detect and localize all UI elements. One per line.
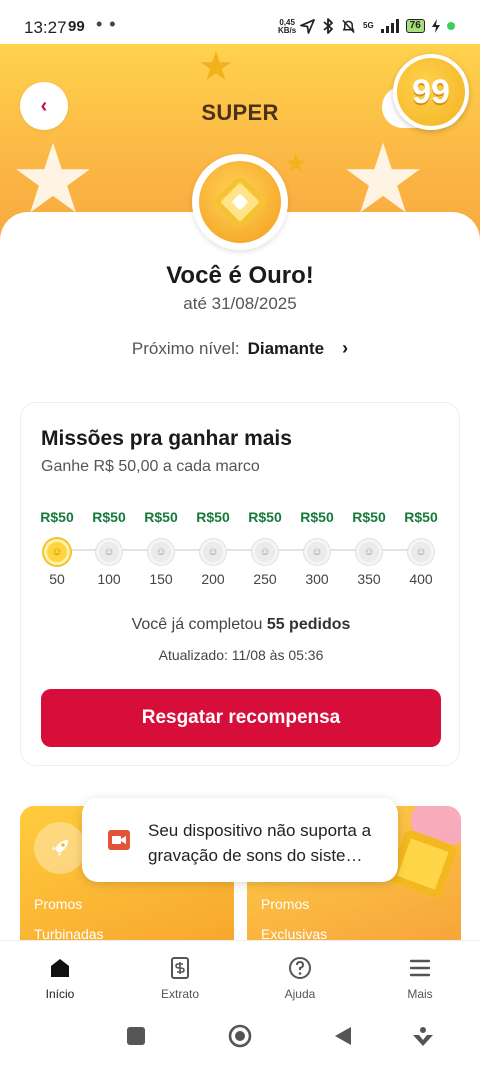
nav-item-extrato[interactable]: Extrato [120,941,240,1010]
coin-active-icon: ☺ [44,539,70,565]
signal-type: 5G [363,21,374,30]
status-more-dots: • • [96,14,117,34]
milestone-count: 300 [305,571,329,587]
nav-item-ajuda[interactable]: Ajuda [240,941,360,1010]
coin-locked-icon: ☺ [356,539,382,565]
decorative-gold-star-icon: ★ [198,45,234,89]
accessibility-icon[interactable] [412,1026,434,1048]
milestone-count: 400 [409,571,433,587]
home-circle-icon[interactable] [228,1024,252,1048]
rocket-icon [34,822,86,874]
coin-locked-icon: ☺ [96,539,122,565]
app-logo-99[interactable]: 99 [393,54,469,130]
coin-locked-icon: ☺ [252,539,278,565]
status-bar: 13:27 99 • • 0,45 KB/s 5G 76 [0,0,480,44]
screen: 13:27 99 • • 0,45 KB/s 5G 76 ★ ★ ★ ★ ‹ S… [0,0,480,1066]
coin-locked-icon: ☺ [148,539,174,565]
nav-label: Mais [407,987,433,1001]
nav-label: Extrato [160,987,199,1001]
decorative-gold-star-icon: ★ [284,148,308,178]
level-title: Você é Ouro! [166,262,314,289]
milestone-count: 100 [97,571,121,587]
help-icon [288,955,312,981]
orders-completed: Você já completou 55 pedidos [21,616,461,634]
system-navigation-bar [0,1010,480,1066]
network-speed-unit: KB/s [278,26,297,35]
milestone-reward: R$50 [144,509,178,525]
next-level-value: Diamante [247,338,325,358]
milestone-reward: R$50 [92,509,126,525]
coin-locked-icon: ☺ [304,539,330,565]
milestone-reward: R$50 [300,509,334,525]
status-time: 13:27 [24,18,67,37]
milestone-reward: R$50 [196,509,230,525]
nav-item-mais[interactable]: Mais [360,941,480,1010]
milestone-step: R$50 ☺ 250 [239,509,291,587]
nav-label: Início [45,987,75,1001]
video-camera-icon [108,830,130,850]
milestone-reward: R$50 [248,509,282,525]
milestone-reward: R$50 [404,509,438,525]
nav-item-inicio[interactable]: Início [0,941,120,1010]
signal-icon [380,19,399,33]
orders-completed-prefix: Você já completou [131,616,263,633]
milestone-step: R$50 ☺ 100 [83,509,135,587]
milestone-count: 150 [149,571,173,587]
milestone-track: R$50 ☺ 50 R$50 ☺ 100 R$50 ☺ 150 R$50 ☺ 2… [21,509,461,599]
coin-locked-icon: ☺ [408,539,434,565]
bluetooth-icon [323,18,333,34]
milestone-step: R$50 ☺ 350 [343,509,395,587]
location-icon [300,18,315,34]
milestone-step: R$50 ☺ 50 [31,509,83,587]
last-updated: Atualizado: 11/08 às 05:36 [158,647,324,663]
milestone-step: R$50 ☺ 400 [395,509,447,587]
milestone-step: R$50 ☺ 300 [291,509,343,587]
network-speed: 0,45 KB/s [278,19,296,35]
orders-completed-value: 55 pedidos [266,616,351,633]
next-level-link[interactable]: Próximo nível: Diamante › [0,338,480,359]
milestone-count: 50 [49,571,65,587]
battery-icon: 76 [405,19,425,33]
milestone-count: 350 [357,571,381,587]
bottom-navigation: Início Extrato Ajuda Mais [0,940,480,1010]
gold-level-badge-icon [192,154,288,250]
toast-text: Seu dispositivo não suporta a gravação d… [148,821,372,865]
receipt-icon [169,955,191,981]
missions-title: Missões pra ganhar mais [41,427,292,450]
milestone-step: R$50 ☺ 200 [187,509,239,587]
next-level-label: Próximo nível: [131,338,240,358]
milestone-count: 250 [253,571,277,587]
redeem-reward-button[interactable]: Resgatar recompensa [41,689,441,747]
milestone-reward: R$50 [40,509,74,525]
chevron-right-icon: › [342,338,349,358]
home-icon [48,955,72,981]
milestone-reward: R$50 [352,509,386,525]
milestone-count: 200 [201,571,225,587]
charging-icon [431,19,440,33]
bell-muted-icon [342,19,355,34]
recents-icon[interactable] [126,1026,146,1046]
back-triangle-icon[interactable] [334,1026,352,1046]
milestone-step: R$50 ☺ 150 [135,509,187,587]
status-app-logo: 99 [68,18,85,35]
missions-card: Missões pra ganhar mais Ganhe R$ 50,00 a… [20,402,460,766]
status-icons: 5G 76 [300,18,455,34]
nav-label: Ajuda [284,987,316,1001]
notification-dot [446,22,455,30]
menu-icon [409,955,431,981]
toast-notification: Seu dispositivo não suporta a gravação d… [82,798,398,882]
promo-label-line1: Promos [261,896,310,912]
level-valid-until: até 31/08/2025 [183,294,297,313]
missions-subtitle: Ganhe R$ 50,00 a cada marco [41,458,260,475]
promo-label-line1: Promos [34,896,83,912]
coin-locked-icon: ☺ [200,539,226,565]
